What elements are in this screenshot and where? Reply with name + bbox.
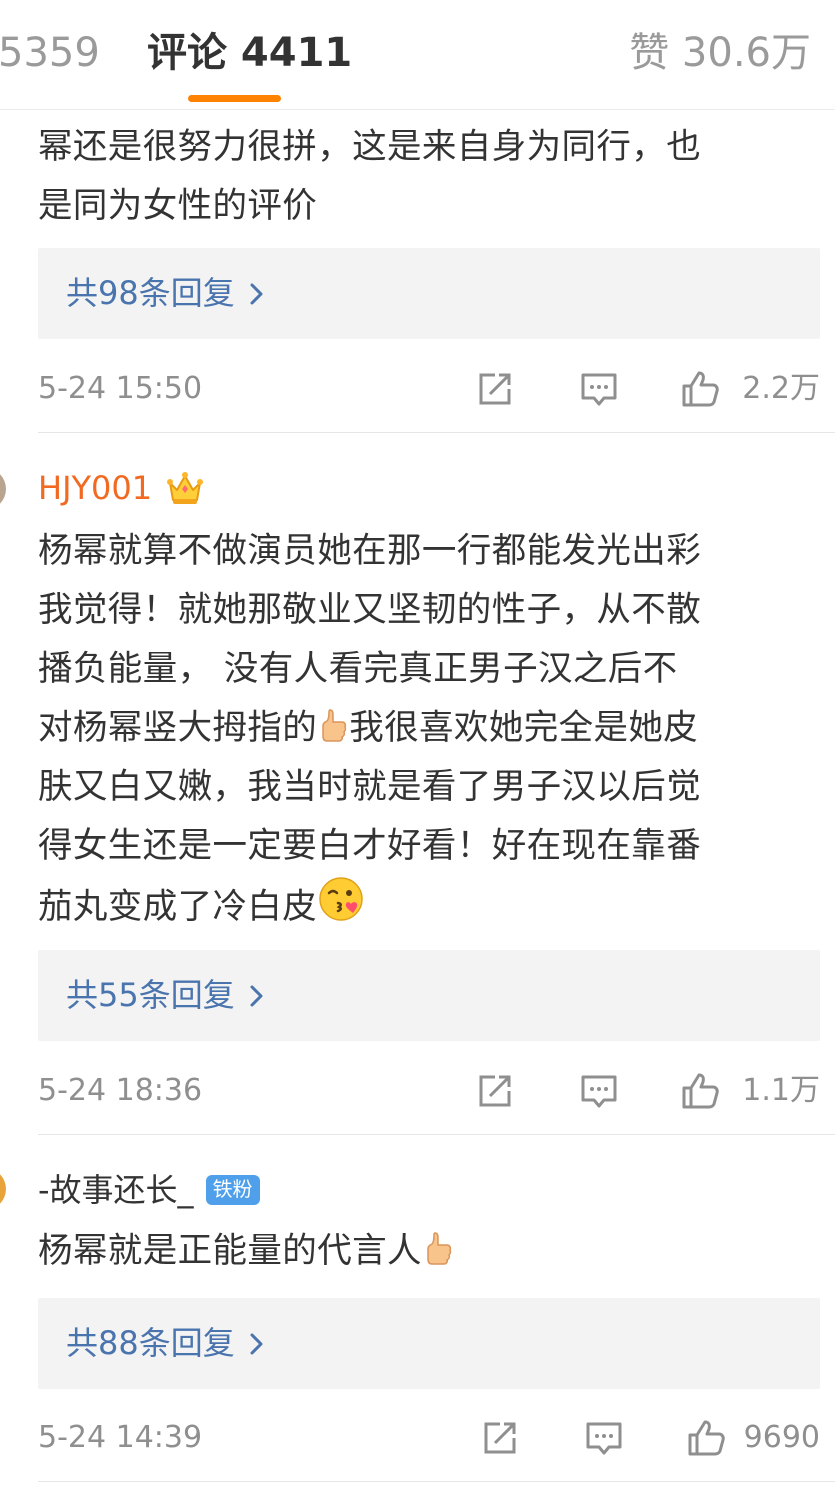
fan-badge: 铁粉 bbox=[205, 1175, 260, 1205]
divider bbox=[38, 432, 835, 433]
comment-meta: 5-24 18:36 1.1万 bbox=[38, 1069, 820, 1113]
avatar[interactable] bbox=[0, 1168, 6, 1210]
username[interactable]: HJY001 bbox=[38, 466, 152, 510]
divider bbox=[38, 1481, 835, 1482]
comment-text-line: 幂还是很努力很拼，这是来自身为同行，也 bbox=[38, 127, 702, 167]
thumbs-up-icon[interactable] bbox=[680, 1071, 720, 1111]
comment-meta: 5-24 14:39 9690 bbox=[38, 1416, 820, 1460]
comment-text-segment: 茄丸变成了冷白皮 bbox=[38, 887, 318, 927]
comment-text-segment: 杨幂就是正能量的代言人 bbox=[38, 1231, 422, 1271]
avatar[interactable] bbox=[0, 468, 6, 510]
replies-box[interactable]: 共88条回复 bbox=[38, 1298, 820, 1389]
comment-item: HJY001 杨幂就算不做演员她在那一行都能发光出彩 我觉得！就她那敬业又坚韧的… bbox=[0, 466, 835, 1136]
thumbs-up-icon[interactable] bbox=[680, 369, 720, 409]
tab-reposts[interactable]: 5359 bbox=[0, 28, 100, 78]
chevron-right-icon bbox=[250, 985, 263, 1006]
chevron-right-icon bbox=[250, 283, 263, 304]
comment-icon[interactable] bbox=[579, 369, 619, 409]
replies-link[interactable]: 共55条回复 bbox=[66, 950, 265, 1041]
share-icon[interactable] bbox=[475, 369, 515, 409]
comment-text-segment: 对杨幂竖大拇指的 bbox=[38, 708, 318, 748]
thumbs-up-emoji bbox=[427, 1232, 452, 1265]
replies-label: 共98条回复 bbox=[66, 274, 235, 312]
thumbs-up-icon[interactable] bbox=[686, 1418, 726, 1458]
comment-icon[interactable] bbox=[579, 1071, 619, 1111]
replies-label: 共55条回复 bbox=[66, 976, 235, 1014]
replies-link[interactable]: 共88条回复 bbox=[66, 1298, 265, 1389]
comment-icon[interactable] bbox=[584, 1418, 624, 1458]
comment-text-line: 我觉得！就她那敬业又坚韧的性子，从不散 bbox=[38, 590, 702, 630]
comment-text-line: 杨幂就是正能量的代言人 bbox=[38, 1222, 820, 1281]
comment-item: 幂还是很努力很拼，这是来自身为同行，也 是同为女性的评价 共98条回复 5-24… bbox=[0, 118, 835, 438]
share-icon[interactable] bbox=[480, 1418, 520, 1458]
replies-link[interactable]: 共98条回复 bbox=[66, 248, 265, 339]
like-count: 9690 bbox=[743, 1420, 820, 1455]
comment-user-line: HJY001 bbox=[38, 466, 204, 510]
replies-label: 共88条回复 bbox=[66, 1324, 235, 1362]
tab-bar: 5359 评论 4411 赞 30.6万 bbox=[0, 0, 835, 110]
comment-text: 幂还是很努力很拼，这是来自身为同行，也 是同为女性的评价 bbox=[38, 118, 820, 236]
replies-box[interactable]: 共98条回复 bbox=[38, 248, 820, 339]
share-icon[interactable] bbox=[475, 1071, 515, 1111]
like-count: 2.2万 bbox=[742, 371, 820, 406]
replies-box[interactable]: 共55条回复 bbox=[38, 950, 820, 1041]
comment-text-line: 播负能量， 没有人看完真正男子汉之后不 bbox=[38, 649, 678, 689]
comment-text-line: 茄丸变成了冷白皮 bbox=[38, 876, 820, 937]
comment-time: 5-24 15:50 bbox=[38, 371, 203, 406]
username[interactable]: -故事还长_ bbox=[38, 1168, 194, 1212]
comment-text-segment: 我很喜欢她完全是她皮 bbox=[349, 708, 699, 748]
comments-page: 5359 评论 4411 赞 30.6万 幂还是很努力很拼，这是来自身为同行，也… bbox=[0, 0, 835, 1485]
active-tab-indicator bbox=[188, 95, 281, 102]
comment-text-line: 肤又白又嫩，我当时就是看了男子汉以后觉 bbox=[38, 767, 702, 807]
comment-meta: 5-24 15:50 2.2万 bbox=[38, 367, 820, 411]
thumbs-up-emoji bbox=[322, 709, 347, 742]
like-count: 1.1万 bbox=[742, 1073, 820, 1108]
comment-text: 杨幂就是正能量的代言人 bbox=[38, 1222, 820, 1281]
comment-user-line: -故事还长_ 铁粉 bbox=[38, 1168, 260, 1212]
tab-comments[interactable]: 评论 4411 bbox=[147, 28, 352, 78]
comment-item: -故事还长_ 铁粉 杨幂就是正能量的代言人 共88条回复 5-24 14:39 … bbox=[0, 1168, 835, 1485]
comment-text-line: 得女生还是一定要白才好看！好在现在靠番 bbox=[38, 826, 702, 866]
divider bbox=[38, 1134, 835, 1135]
crown-icon bbox=[167, 472, 204, 504]
comment-text-line: 对杨幂竖大拇指的 我很喜欢她完全是她皮 bbox=[38, 699, 820, 758]
tab-likes[interactable]: 赞 30.6万 bbox=[629, 28, 811, 78]
comment-time: 5-24 14:39 bbox=[38, 1420, 203, 1455]
kiss-emoji bbox=[319, 877, 363, 921]
chevron-right-icon bbox=[250, 1333, 263, 1354]
comment-text: 杨幂就算不做演员她在那一行都能发光出彩 我觉得！就她那敬业又坚韧的性子，从不散 … bbox=[38, 522, 820, 937]
comment-text-line: 杨幂就算不做演员她在那一行都能发光出彩 bbox=[38, 531, 702, 571]
comment-text-line: 是同为女性的评价 bbox=[38, 186, 318, 226]
comment-time: 5-24 18:36 bbox=[38, 1073, 203, 1108]
